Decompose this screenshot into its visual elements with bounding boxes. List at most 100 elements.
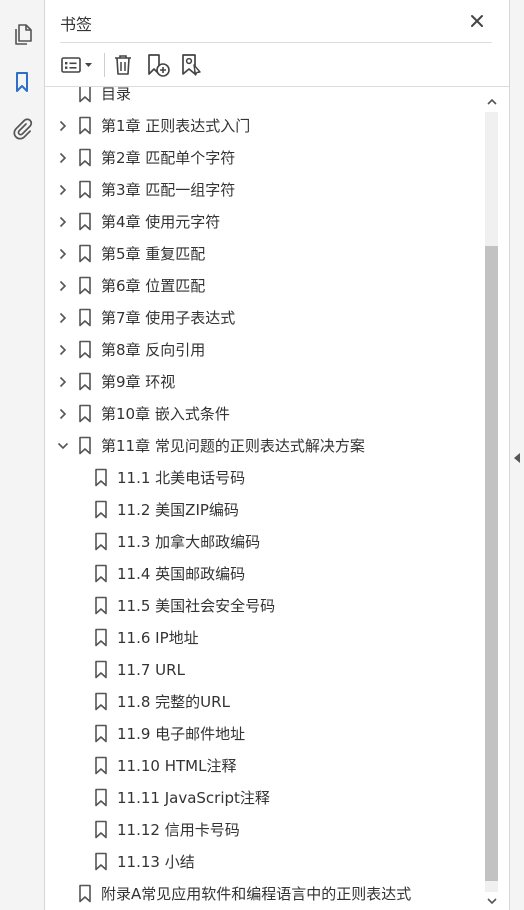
delete-bookmark-button[interactable] — [111, 51, 135, 79]
bookmark-label: 11.1 北美电话号码 — [117, 469, 246, 487]
bookmark-icon — [78, 87, 92, 104]
bookmark-label: 11.10 HTML注释 — [117, 757, 237, 775]
bookmark-label: 11.7 URL — [117, 661, 185, 679]
bookmark-row[interactable]: 第10章 嵌入式条件 — [45, 398, 482, 430]
right-pane-strip — [510, 0, 524, 910]
bookmark-row[interactable]: 第3章 匹配一组字符 — [45, 174, 482, 206]
chevron-right-icon[interactable] — [57, 152, 69, 164]
triangle-left-icon — [514, 453, 520, 463]
navigation-rail — [0, 0, 45, 910]
chevron-right-icon[interactable] — [57, 216, 69, 228]
bookmark-row[interactable]: 11.4 英国邮政编码 — [45, 558, 482, 590]
bookmark-icon — [78, 276, 92, 296]
new-bookmark-button[interactable] — [145, 51, 171, 79]
bookmark-icon — [94, 596, 108, 616]
bookmark-row[interactable]: 第6章 位置匹配 — [45, 270, 482, 302]
bookmark-label: 11.12 信用卡号码 — [117, 821, 240, 839]
bookmark-row[interactable]: 11.11 JavaScript注释 — [45, 782, 482, 814]
bookmark-label: 第5章 重复匹配 — [101, 245, 206, 263]
bookmark-row[interactable]: 第8章 反向引用 — [45, 334, 482, 366]
bookmark-icon — [78, 212, 92, 232]
chevron-right-icon[interactable] — [57, 344, 69, 356]
options-menu-icon — [61, 57, 92, 73]
bookmark-row[interactable]: 11.2 美国ZIP编码 — [45, 494, 482, 526]
bookmarks-toolbar — [45, 45, 509, 85]
bookmark-row[interactable]: 第1章 正则表达式入门 — [45, 110, 482, 142]
vertical-scrollbar[interactable] — [483, 90, 500, 910]
bookmark-label: 11.3 加拿大邮政编码 — [117, 533, 261, 551]
bookmark-row[interactable]: 11.7 URL — [45, 654, 482, 686]
bookmark-icon — [78, 180, 92, 200]
bookmark-label: 目录 — [101, 87, 132, 103]
bookmark-icon — [78, 372, 92, 392]
bookmark-row[interactable]: 第4章 使用元字符 — [45, 206, 482, 238]
bookmark-row[interactable]: 11.12 信用卡号码 — [45, 814, 482, 846]
chevron-up-icon — [486, 98, 497, 105]
scrollbar-thumb[interactable] — [485, 246, 498, 881]
delete-bookmark-icon — [115, 55, 131, 75]
chevron-right-icon[interactable] — [57, 408, 69, 420]
bookmark-from-selection-button[interactable] — [179, 51, 205, 79]
bookmark-row[interactable]: 11.13 小结 — [45, 846, 482, 878]
bookmark-row[interactable]: 11.8 完整的URL — [45, 686, 482, 718]
bookmark-tree: 目录第1章 正则表达式入门第2章 匹配单个字符第3章 匹配一组字符 第4章 使用元… — [45, 87, 482, 910]
bookmark-icon — [94, 820, 108, 840]
bookmark-row[interactable]: 第5章 重复匹配 — [45, 238, 482, 270]
collapse-pane-button[interactable] — [511, 450, 523, 466]
options-menu-button[interactable] — [60, 51, 98, 79]
bookmark-row[interactable]: 第7章 使用子表达式 — [45, 302, 482, 334]
chevron-right-icon[interactable] — [57, 184, 69, 196]
attachment-icon[interactable] — [10, 116, 34, 140]
bookmark-row[interactable]: 11.3 加拿大邮政编码 — [45, 526, 482, 558]
bookmark-label: 11.13 小结 — [117, 853, 195, 871]
bookmark-label: 第11章 常见问题的正则表达式解决方案 — [101, 437, 365, 455]
scroll-up-button[interactable] — [485, 95, 498, 109]
bookmark-icon — [78, 116, 92, 136]
bookmark-label: 第9章 环视 — [101, 373, 176, 391]
bookmark-row[interactable]: 11.9 电子邮件地址 — [45, 718, 482, 750]
chevron-right-icon[interactable] — [57, 376, 69, 388]
bookmark-row[interactable]: 附录A常见应用软件和编程语言中的正则表达式 — [45, 878, 482, 910]
pages-icon[interactable] — [10, 23, 34, 47]
bookmark-row[interactable]: 第11章 常见问题的正则表达式解决方案 — [45, 430, 482, 462]
bookmark-label: 11.11 JavaScript注释 — [117, 789, 270, 807]
bookmark-label: 11.8 完整的URL — [117, 693, 230, 711]
bookmark-label: 第3章 匹配一组字符 — [101, 181, 236, 199]
bookmark-label: 第8章 反向引用 — [101, 341, 206, 359]
bookmark-row[interactable]: 11.1 北美电话号码 — [45, 462, 482, 494]
chevron-right-icon[interactable] — [57, 120, 69, 132]
bookmarks-panel: 书签 目录 第1章 正则表达式入门 第2章 匹配单个字符 第3章 匹配一组字符 … — [45, 0, 510, 910]
bookmark-from-selection-icon — [182, 54, 201, 76]
chevron-right-icon[interactable] — [57, 280, 69, 292]
chevron-right-icon[interactable] — [57, 248, 69, 260]
bookmark-icon[interactable] — [10, 70, 34, 94]
bookmark-label: 第1章 正则表达式入门 — [101, 117, 251, 135]
toolbar-divider — [104, 53, 105, 77]
bookmark-label: 11.2 美国ZIP编码 — [117, 501, 239, 519]
bookmark-row[interactable]: 第2章 匹配单个字符 — [45, 142, 482, 174]
bookmark-icon — [94, 724, 108, 744]
bookmark-icon — [94, 468, 108, 488]
bookmark-icon — [94, 500, 108, 520]
bookmark-label: 11.6 IP地址 — [117, 629, 199, 647]
bookmark-label: 第10章 嵌入式条件 — [101, 405, 230, 423]
close-panel-button[interactable] — [466, 10, 488, 32]
bookmark-row[interactable]: 第9章 环视 — [45, 366, 482, 398]
bookmark-row[interactable]: 11.10 HTML注释 — [45, 750, 482, 782]
new-bookmark-icon — [148, 54, 170, 77]
bookmark-icon — [78, 148, 92, 168]
bookmark-icon — [94, 852, 108, 872]
bookmark-icon — [78, 404, 92, 424]
bookmark-row[interactable]: 目录 — [45, 87, 482, 110]
chevron-right-icon[interactable] — [57, 312, 69, 324]
bookmark-icon — [78, 884, 92, 904]
bookmark-label: 第4章 使用元字符 — [101, 213, 221, 231]
bookmark-icon — [94, 532, 108, 552]
bookmark-label: 11.5 美国社会安全号码 — [117, 597, 276, 615]
chevron-down-icon — [486, 898, 497, 905]
chevron-down-icon[interactable] — [57, 440, 69, 452]
bookmark-row[interactable]: 11.5 美国社会安全号码 — [45, 590, 482, 622]
scroll-down-button[interactable] — [485, 894, 498, 908]
bookmark-label: 第6章 位置匹配 — [101, 277, 206, 295]
bookmark-row[interactable]: 11.6 IP地址 — [45, 622, 482, 654]
